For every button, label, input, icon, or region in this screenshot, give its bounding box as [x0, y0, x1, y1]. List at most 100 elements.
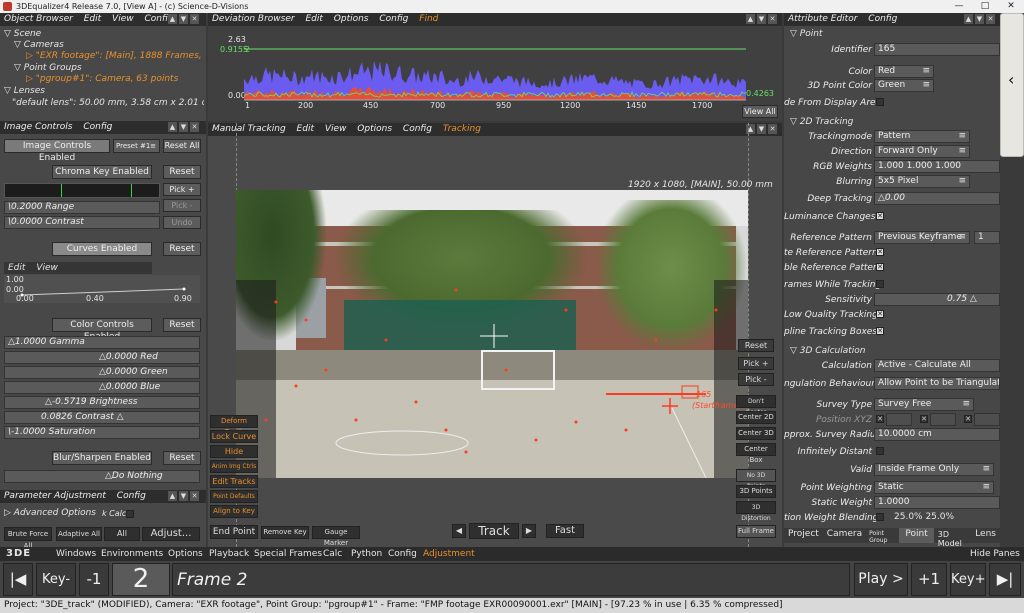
- dont-center-button[interactable]: Don't Center: [736, 395, 776, 416]
- valid-select[interactable]: Inside Frame Only ≡: [874, 463, 994, 476]
- undo-button[interactable]: Undo: [163, 216, 201, 229]
- brute-force-button[interactable]: Brute Force All: [4, 527, 52, 550]
- panel-down-arrow-icon[interactable]: ▼: [757, 124, 766, 134]
- point-defaults-button[interactable]: Point Defaults: [210, 490, 258, 503]
- point-weighting-select[interactable]: Static ≡: [874, 481, 994, 494]
- prev-key-button[interactable]: Key-: [36, 563, 76, 596]
- menu-config[interactable]: Config: [388, 547, 417, 561]
- deviation-graph[interactable]: [244, 45, 746, 101]
- tree-scene[interactable]: ▽ Scene: [4, 29, 41, 39]
- gauge-marker-button[interactable]: Gauge Marker: [312, 526, 360, 547]
- k-calc-checkbox[interactable]: [126, 510, 134, 518]
- last-frame-icon[interactable]: ▶|: [989, 563, 1021, 596]
- panel-down-arrow-icon[interactable]: ▼: [757, 14, 766, 24]
- infinitely-distant-checkbox[interactable]: [876, 447, 884, 455]
- tab-point-group[interactable]: Point Group: [866, 528, 899, 544]
- gamma-slider[interactable]: △1.0000 Gamma: [4, 336, 200, 349]
- menu-parameter-adjustment[interactable]: Parameter Adjustment: [4, 491, 106, 501]
- menu-special-frames[interactable]: Special Frames: [254, 547, 322, 561]
- menu-view[interactable]: View: [325, 124, 347, 134]
- menu-python[interactable]: Python: [351, 547, 382, 561]
- menu-config[interactable]: Config: [868, 14, 897, 24]
- tab-camera[interactable]: Camera: [823, 528, 866, 543]
- menu-view[interactable]: View: [112, 14, 134, 24]
- close-button[interactable]: ✕: [998, 0, 1024, 13]
- tab-point[interactable]: Point: [899, 528, 934, 543]
- menu-options[interactable]: Options: [334, 14, 369, 24]
- color-select[interactable]: Red ≡: [874, 65, 934, 78]
- chroma-swatch-bar[interactable]: [4, 183, 160, 198]
- track-backward-icon[interactable]: ◀: [452, 524, 466, 538]
- minimize-button[interactable]: —: [946, 0, 972, 13]
- full-frame-button[interactable]: Full Frame: [736, 525, 776, 538]
- pick-plus-button[interactable]: Pick +: [163, 183, 201, 196]
- hide-button[interactable]: Hide: [210, 445, 258, 458]
- end-point-button[interactable]: End Point: [210, 525, 258, 539]
- advanced-options-toggle[interactable]: ▷ Advanced Options: [4, 508, 96, 518]
- menu-config[interactable]: Config: [83, 122, 112, 132]
- panel-close-icon[interactable]: ✕: [768, 14, 777, 24]
- center-box-button[interactable]: Center Box: [736, 443, 776, 464]
- curve-menu-edit[interactable]: Edit: [8, 263, 25, 273]
- panel-close-icon[interactable]: ✕: [190, 491, 199, 501]
- trackingmode-select[interactable]: Pattern ≡: [874, 130, 970, 143]
- no-3d-points-button[interactable]: No 3D Points: [736, 469, 776, 490]
- reset-all-button[interactable]: Reset All: [163, 139, 201, 153]
- plus-one-button[interactable]: +1: [911, 563, 947, 596]
- position-z-lock[interactable]: ✕: [964, 415, 972, 423]
- frames-while-tracking-checkbox[interactable]: [876, 280, 884, 288]
- align-to-key-button[interactable]: Align to Key: [210, 505, 258, 518]
- green-slider[interactable]: △0.0000 Green: [4, 366, 200, 379]
- 3d-point-color-select[interactable]: Green ≡: [874, 79, 934, 92]
- pick-minus-button[interactable]: Pick -: [163, 199, 201, 212]
- preset-select[interactable]: Preset #1 ≡: [113, 139, 160, 153]
- track-button[interactable]: Track: [469, 523, 519, 539]
- adaptive-all-button[interactable]: Adaptive All: [56, 527, 102, 541]
- direction-select[interactable]: Forward Only ≡: [874, 145, 970, 158]
- panel-close-icon[interactable]: ✕: [768, 124, 777, 134]
- survey-type-select[interactable]: Survey Free ≡: [874, 398, 974, 411]
- menu-calc[interactable]: Calc: [323, 547, 342, 561]
- track-reset-button[interactable]: Reset: [738, 339, 774, 352]
- position-z-field[interactable]: [974, 413, 1000, 426]
- maximize-button[interactable]: □: [972, 0, 998, 13]
- track-pick-plus-button[interactable]: Pick +: [738, 357, 774, 370]
- center-2d-button[interactable]: Center 2D: [736, 411, 776, 424]
- range-slider[interactable]: \0.2000 Range: [4, 201, 160, 214]
- static-weight-field[interactable]: 1.0000: [874, 496, 1000, 509]
- blurring-select[interactable]: 5x5 Pixel ≡: [874, 175, 970, 188]
- side-scroll-handle[interactable]: ‹: [1000, 13, 1024, 157]
- panel-down-arrow-icon[interactable]: ▼: [975, 14, 984, 24]
- curve-menu-view[interactable]: View: [36, 263, 58, 273]
- panel-down-arrow-icon[interactable]: ▼: [179, 491, 188, 501]
- play-button[interactable]: Play >: [854, 563, 908, 596]
- tree-default-lens[interactable]: "default lens": 50.00 mm, 3.58 cm x 2.01…: [12, 98, 204, 108]
- blur-sharpen-toggle[interactable]: Blur/Sharpen Enabled: [52, 451, 152, 465]
- color-reset-button[interactable]: Reset: [163, 318, 201, 332]
- chroma-reset-button[interactable]: Reset: [163, 165, 201, 179]
- section-point[interactable]: ▽ Point: [790, 29, 822, 39]
- tab-project[interactable]: Project: [784, 528, 823, 543]
- brightness-slider[interactable]: △-0.5719 Brightness: [4, 396, 200, 409]
- image-controls-enabled-toggle[interactable]: Image Controls Enabled: [4, 139, 110, 163]
- center-3d-button[interactable]: Center 3D: [736, 427, 776, 440]
- tree-pgroup[interactable]: ▷ "pgroup#1": Camera, 63 points: [26, 74, 178, 84]
- menu-playback[interactable]: Playback: [209, 547, 249, 561]
- menu-object-browser[interactable]: Object Browser: [4, 14, 73, 24]
- menu-edit[interactable]: Edit: [305, 14, 322, 24]
- menu-image-controls[interactable]: Image Controls: [4, 122, 72, 132]
- tree-cameras[interactable]: ▽ Cameras: [14, 40, 64, 50]
- hide-from-display-checkbox[interactable]: [876, 98, 884, 106]
- position-x-field[interactable]: [886, 413, 912, 426]
- panel-up-arrow-icon[interactable]: ▲: [964, 14, 973, 24]
- position-x-lock[interactable]: ✕: [876, 415, 884, 423]
- red-slider[interactable]: △0.0000 Red: [4, 351, 200, 364]
- reference-count-field[interactable]: 1: [974, 231, 1000, 244]
- panel-up-arrow-icon[interactable]: ▲: [168, 122, 177, 132]
- all-button[interactable]: All: [104, 527, 140, 541]
- spline-tracking-checkbox[interactable]: ✕: [876, 327, 884, 335]
- rgb-weights-field[interactable]: 1.000 1.000 1.000: [874, 160, 1000, 173]
- deform-track-button[interactable]: Deform Track: [210, 415, 258, 436]
- panel-down-arrow-icon[interactable]: ▼: [179, 122, 188, 132]
- identifier-field[interactable]: 165: [874, 43, 1000, 56]
